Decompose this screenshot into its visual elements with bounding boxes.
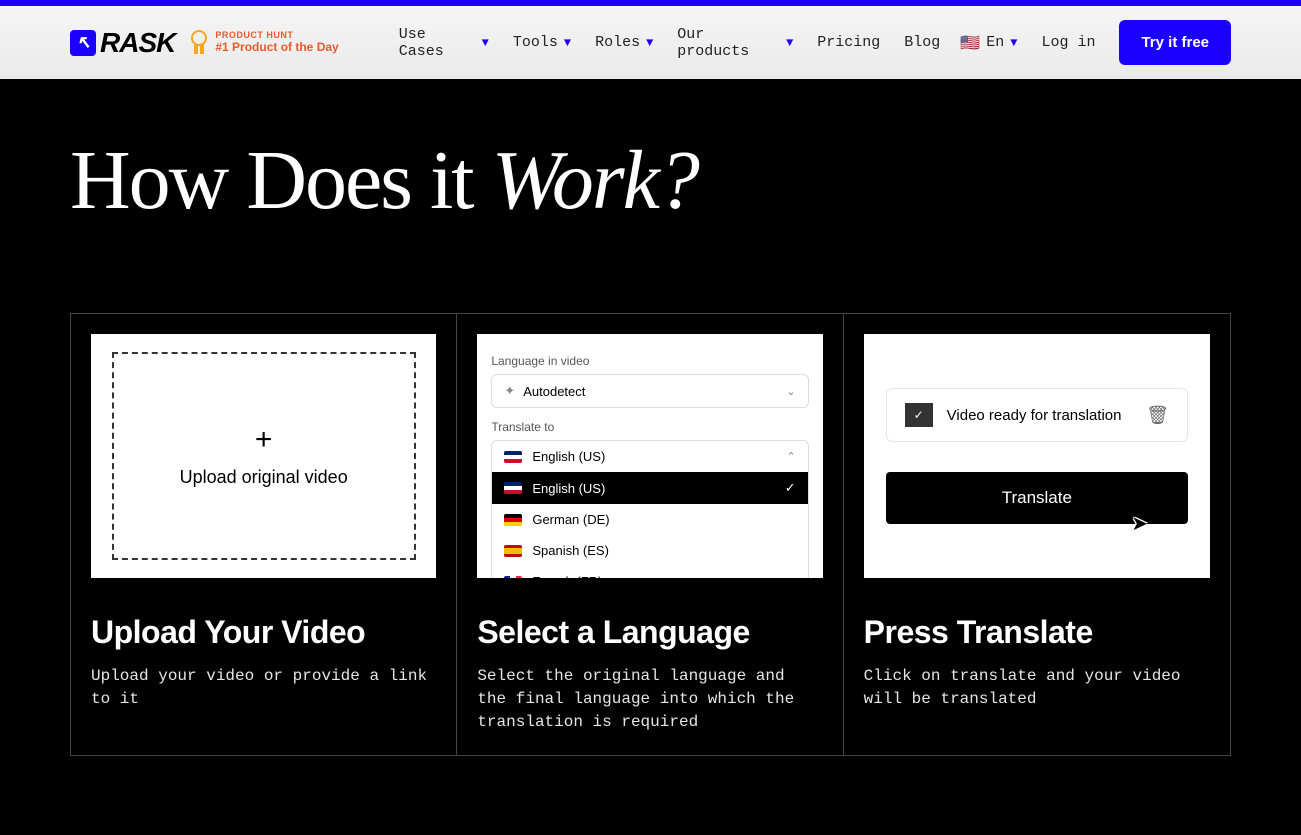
card-image-language: Language in video ✦ Autodetect ⌄ Transla…	[477, 334, 822, 578]
logo[interactable]: ↖ RASK	[70, 27, 175, 59]
translate-button-label: Translate	[1002, 488, 1072, 507]
nav-label: Roles	[595, 34, 640, 51]
flag-icon	[504, 545, 522, 557]
ready-text: Video ready for translation	[947, 407, 1132, 424]
header-right: 🇺🇸 En ▼ Log in Try it free	[960, 20, 1231, 65]
flag-icon	[504, 576, 522, 579]
nav-label: Use Cases	[399, 26, 476, 60]
logo-group: ↖ RASK PRODUCT HUNT #1 Product of the Da…	[70, 27, 339, 59]
lang-label-source: Language in video	[491, 354, 808, 368]
lang-label: En	[986, 34, 1004, 51]
lang-option-text: English (US)	[532, 481, 605, 496]
target-language-dropdown: English (US) ⌃ English (US) ✓	[491, 440, 808, 578]
nav-label: Pricing	[817, 34, 880, 51]
card-desc: Upload your video or provide a link to i…	[91, 665, 436, 711]
trash-icon[interactable]: 🗑	[1146, 405, 1169, 426]
headline-part2: Work?	[492, 134, 698, 227]
chevron-down-icon: ▼	[482, 36, 489, 50]
main-content: How Does it Work? + Upload original vide…	[0, 79, 1301, 796]
lang-option-text: English (US)	[532, 449, 605, 464]
lang-selected-display[interactable]: English (US) ⌃	[492, 441, 807, 472]
how-it-works-cards: + Upload original video Upload Your Vide…	[70, 313, 1231, 756]
nav-pricing[interactable]: Pricing	[817, 26, 880, 60]
lang-option-fr[interactable]: French (FR)	[492, 566, 807, 578]
product-hunt-badge: PRODUCT HUNT #1 Product of the Day	[189, 30, 338, 56]
nav-label: Our products	[677, 26, 780, 60]
product-hunt-sub: #1 Product of the Day	[215, 41, 338, 54]
lang-option-es[interactable]: Spanish (ES)	[492, 535, 807, 566]
translate-mockup: ✓ Video ready for translation 🗑 Translat…	[864, 334, 1210, 578]
plus-icon: +	[255, 423, 273, 457]
check-icon: ✓	[785, 480, 796, 496]
try-free-button[interactable]: Try it free	[1119, 20, 1231, 65]
autodetect-text: Autodetect	[523, 384, 585, 399]
video-ready-row: ✓ Video ready for translation 🗑	[886, 388, 1188, 442]
logo-text: RASK	[100, 27, 175, 59]
chevron-down-icon: ▼	[646, 36, 653, 50]
chevron-down-icon: ▼	[564, 36, 571, 50]
nav-tools[interactable]: Tools ▼	[513, 26, 571, 60]
lang-option-en[interactable]: English (US) ✓	[492, 472, 807, 504]
main-nav: Use Cases ▼ Tools ▼ Roles ▼ Our products…	[399, 26, 941, 60]
language-selector[interactable]: 🇺🇸 En ▼	[960, 33, 1017, 53]
upload-text: Upload original video	[180, 467, 348, 488]
flag-icon	[504, 482, 522, 494]
card-image-translate: ✓ Video ready for translation 🗑 Translat…	[864, 334, 1210, 578]
lang-option-text: Spanish (ES)	[532, 543, 609, 558]
chevron-down-icon: ▼	[1010, 36, 1017, 50]
product-hunt-text: PRODUCT HUNT #1 Product of the Day	[215, 31, 338, 54]
card-title: Select a Language	[477, 614, 822, 651]
card-desc: Click on translate and your video will b…	[864, 665, 1210, 711]
lang-option-text: German (DE)	[532, 512, 609, 527]
cursor-icon: ➤	[1131, 511, 1148, 536]
card-upload: + Upload original video Upload Your Vide…	[71, 314, 457, 755]
card-title: Press Translate	[864, 614, 1210, 651]
lang-label-target: Translate to	[491, 420, 808, 434]
chevron-down-icon: ▼	[786, 36, 793, 50]
card-select-language: Language in video ✦ Autodetect ⌄ Transla…	[457, 314, 843, 755]
chevron-up-icon: ⌃	[786, 450, 795, 463]
upload-dropzone[interactable]: + Upload original video	[112, 352, 416, 559]
page-headline: How Does it Work?	[70, 139, 1231, 223]
card-image-upload: + Upload original video	[91, 334, 436, 578]
nav-label: Tools	[513, 34, 558, 51]
card-title: Upload Your Video	[91, 614, 436, 651]
source-language-input[interactable]: ✦ Autodetect ⌄	[491, 374, 808, 408]
lang-option-de[interactable]: German (DE)	[492, 504, 807, 535]
header: ↖ RASK PRODUCT HUNT #1 Product of the Da…	[0, 6, 1301, 79]
login-link[interactable]: Log in	[1041, 34, 1095, 51]
chevron-down-icon: ⌄	[786, 385, 795, 398]
card-translate: ✓ Video ready for translation 🗑 Translat…	[844, 314, 1230, 755]
video-thumbnail-icon: ✓	[905, 403, 933, 427]
translate-button[interactable]: Translate ➤	[886, 472, 1188, 524]
flag-icon	[504, 451, 522, 463]
nav-roles[interactable]: Roles ▼	[595, 26, 653, 60]
card-desc: Select the original language and the fin…	[477, 665, 822, 735]
nav-label: Blog	[904, 34, 940, 51]
logo-mark-icon: ↖	[70, 30, 96, 56]
nav-use-cases[interactable]: Use Cases ▼	[399, 26, 489, 60]
nav-our-products[interactable]: Our products ▼	[677, 26, 793, 60]
lang-option-text: French (FR)	[532, 574, 602, 578]
flag-icon: 🇺🇸	[960, 33, 980, 53]
sparkle-icon: ✦	[504, 383, 515, 399]
nav-blog[interactable]: Blog	[904, 26, 940, 60]
language-select-mockup: Language in video ✦ Autodetect ⌄ Transla…	[477, 334, 822, 578]
award-icon	[189, 30, 209, 56]
headline-part1: How Does it	[70, 134, 492, 227]
flag-icon	[504, 514, 522, 526]
